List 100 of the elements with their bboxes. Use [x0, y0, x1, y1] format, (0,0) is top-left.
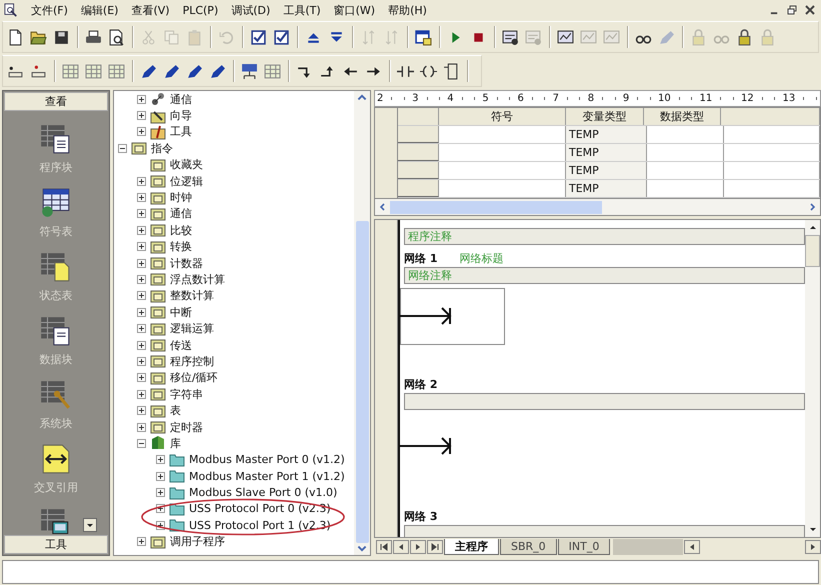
menu-item[interactable]: PLC(P): [182, 4, 218, 16]
collapse-icon[interactable]: [118, 144, 127, 153]
expand-icon[interactable]: [137, 537, 146, 546]
expand-icon[interactable]: [137, 291, 146, 300]
chart-window-icon[interactable]: [557, 28, 574, 46]
collapse-icon[interactable]: [137, 438, 146, 448]
scroll-thumb[interactable]: [356, 221, 368, 543]
last-page-icon[interactable]: [427, 540, 443, 554]
expand-icon[interactable]: [156, 472, 165, 481]
pencil-icon[interactable]: [209, 62, 226, 80]
comment-field[interactable]: [404, 525, 805, 537]
navigation-bar-footer[interactable]: 工具: [4, 535, 108, 554]
tree-item[interactable]: 整数计算: [170, 288, 214, 304]
expand-icon[interactable]: [137, 226, 146, 235]
expand-icon[interactable]: [137, 406, 146, 416]
tree-item[interactable]: 转换: [170, 239, 192, 254]
tree-item[interactable]: 调用子程序: [170, 534, 225, 550]
scrollbar[interactable]: [354, 91, 370, 555]
tree-item[interactable]: 浮点数计算: [170, 272, 225, 287]
close-icon[interactable]: [805, 5, 815, 15]
pencil-icon[interactable]: [140, 62, 157, 80]
comment-field[interactable]: [404, 393, 805, 410]
tree-item[interactable]: 通信: [170, 206, 192, 222]
tree-item[interactable]: 通信: [170, 92, 192, 107]
pencil-icon[interactable]: [163, 62, 180, 80]
expand-icon[interactable]: [156, 488, 165, 498]
checkbox-icon[interactable]: [273, 28, 290, 46]
expand-icon[interactable]: [137, 176, 146, 186]
tree-item[interactable]: 程序控制: [170, 354, 214, 369]
window-icon[interactable]: [415, 28, 432, 46]
checkbox-icon[interactable]: [250, 28, 267, 46]
scroll-right-icon[interactable]: [808, 202, 818, 212]
expand-icon[interactable]: [137, 127, 146, 136]
printer-icon[interactable]: [85, 28, 102, 46]
tree-item[interactable]: 字符串: [170, 386, 203, 402]
first-page-icon[interactable]: [376, 540, 392, 554]
menu-item[interactable]: 调试(D): [231, 2, 270, 18]
tree-item[interactable]: 位逻辑: [170, 174, 203, 189]
tree-item[interactable]: 收藏夹: [170, 157, 203, 172]
row-header[interactable]: [398, 144, 439, 161]
expand-icon[interactable]: [137, 422, 146, 432]
expand-icon[interactable]: [137, 274, 146, 284]
expand-icon[interactable]: [137, 340, 146, 350]
expand-icon[interactable]: [137, 111, 146, 120]
menu-item[interactable]: 帮助(H): [388, 2, 427, 18]
column-header[interactable]: 数据类型: [644, 108, 721, 125]
box-icon[interactable]: [443, 62, 460, 80]
tree-item[interactable]: 时钟: [170, 190, 192, 206]
scroll-thumb[interactable]: [805, 235, 820, 267]
expand-icon[interactable]: [137, 356, 146, 366]
sheet-tab[interactable]: INT_0: [558, 539, 610, 555]
grid-icon[interactable]: [108, 62, 125, 80]
expand-icon[interactable]: [137, 94, 146, 104]
expand-icon[interactable]: [137, 258, 146, 268]
scroll-left-icon[interactable]: [684, 540, 700, 554]
menu-item[interactable]: 工具(T): [283, 2, 321, 18]
tree-item[interactable]: Modbus Master Port 0 (v1.2): [189, 453, 345, 466]
expand-icon[interactable]: [137, 242, 146, 252]
next-icon[interactable]: [410, 540, 426, 554]
menu-item[interactable]: 窗口(W): [334, 2, 376, 18]
column-header[interactable]: 变量类型: [566, 108, 644, 125]
expand-icon[interactable]: [156, 455, 165, 464]
expand-icon[interactable]: [137, 308, 146, 317]
tree-item[interactable]: 指令: [151, 140, 173, 156]
scroll-thumb[interactable]: [390, 200, 602, 214]
tree-item[interactable]: 移位/循环: [170, 370, 218, 386]
tree-item[interactable]: 逻辑运算: [170, 321, 214, 336]
sheet-tab[interactable]: 主程序: [444, 539, 499, 555]
expand-icon[interactable]: [137, 373, 146, 382]
grid-icon[interactable]: [85, 62, 102, 80]
program-window-icon[interactable]: [502, 28, 519, 46]
tree-item[interactable]: 定时器: [170, 420, 203, 434]
page-magnifier-icon[interactable]: [108, 28, 125, 46]
grid-icon[interactable]: [62, 62, 79, 80]
row-header[interactable]: [398, 126, 439, 143]
menu-item[interactable]: 查看(V): [131, 2, 170, 18]
menu-item[interactable]: 编辑(E): [80, 2, 118, 18]
row-header[interactable]: [398, 180, 439, 197]
network-window-icon[interactable]: [241, 62, 258, 80]
expand-icon[interactable]: [137, 390, 146, 399]
tree-item[interactable]: 工具: [170, 124, 192, 140]
folder-icon[interactable]: [30, 28, 47, 46]
tree-item[interactable]: 库: [170, 436, 181, 451]
tree-item[interactable]: 计数器: [170, 256, 203, 271]
tree-item[interactable]: 向导: [170, 108, 192, 124]
scrollbar[interactable]: [374, 198, 821, 216]
ladder-rung-drawing[interactable]: [400, 288, 506, 346]
row-header[interactable]: [398, 162, 439, 179]
ladder-rung-drawing[interactable]: [400, 436, 454, 456]
dropdown-icon[interactable]: [83, 518, 97, 532]
sheet-tab[interactable]: SBR_0: [500, 539, 557, 555]
tree-item[interactable]: Modbus Master Port 1 (v1.2): [189, 470, 345, 483]
column-header[interactable]: 符号: [439, 108, 566, 125]
previous-icon[interactable]: [393, 540, 409, 554]
scroll-right-icon[interactable]: [805, 540, 821, 554]
tree-item[interactable]: 比较: [170, 222, 192, 238]
app-icon[interactable]: [4, 3, 18, 17]
pencil-icon[interactable]: [186, 62, 203, 80]
expand-icon[interactable]: [137, 193, 146, 202]
tree-item[interactable]: 中断: [170, 304, 192, 320]
